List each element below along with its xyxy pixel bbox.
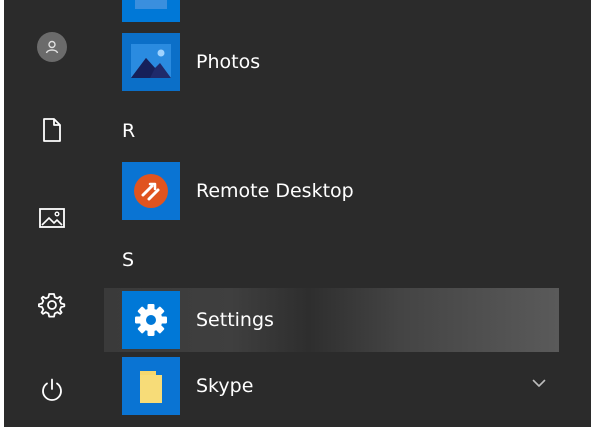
start-menu-rail [4, 0, 104, 427]
settings-icon [122, 291, 180, 349]
app-skype[interactable]: Skype [104, 354, 559, 418]
document-icon [43, 118, 61, 142]
app-label-skype: Skype [196, 375, 254, 397]
app-label-remote-desktop: Remote Desktop [196, 180, 354, 202]
app-settings[interactable]: Settings [104, 288, 559, 352]
app-list[interactable]: Photos R Remote Desktop S Settings Skype [104, 0, 591, 427]
remote-desktop-icon [122, 162, 180, 220]
chevron-down-icon [532, 379, 546, 387]
start-menu: Photos R Remote Desktop S Settings Skype [4, 0, 591, 427]
documents-button[interactable] [28, 108, 76, 152]
app-remote-desktop[interactable]: Remote Desktop [104, 159, 559, 223]
gear-icon [38, 293, 66, 318]
partial-app-tile[interactable] [122, 0, 180, 22]
app-label-photos: Photos [196, 51, 261, 73]
app-label-settings: Settings [196, 309, 274, 331]
photos-icon [122, 33, 180, 91]
user-avatar-icon [37, 32, 67, 62]
app-photos[interactable]: Photos [104, 30, 559, 94]
settings-button[interactable] [28, 283, 76, 327]
pictures-button[interactable] [28, 196, 76, 240]
user-account-button[interactable] [28, 25, 76, 69]
pictures-icon [39, 208, 65, 228]
expand-group-button[interactable] [528, 372, 550, 394]
power-button[interactable] [28, 368, 76, 412]
group-header-r[interactable]: R [122, 120, 135, 142]
skype-folder-icon [122, 357, 180, 415]
group-header-s[interactable]: S [122, 249, 134, 271]
power-icon [42, 378, 62, 401]
